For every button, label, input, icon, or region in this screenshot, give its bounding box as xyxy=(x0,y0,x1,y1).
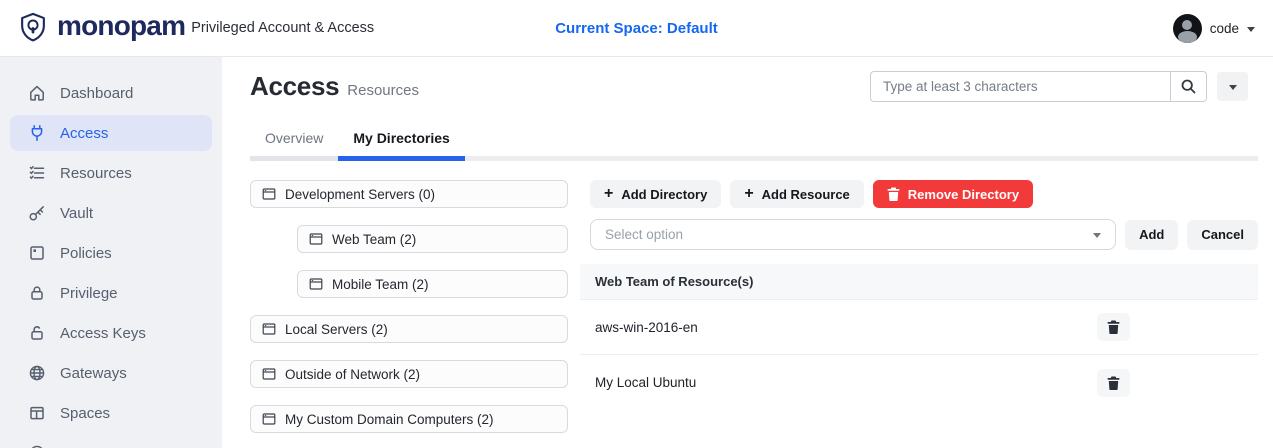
search-group xyxy=(870,71,1248,102)
directory-development-servers[interactable]: Development Servers (0) xyxy=(250,180,568,208)
table-row: aws-win-2016-en xyxy=(580,300,1258,355)
sidebar-nav: Dashboard Access Resources xyxy=(0,57,222,448)
tab-bar: Overview My Directories xyxy=(250,122,1258,161)
key-icon xyxy=(28,204,46,222)
directory-my-custom-domain-computers[interactable]: My Custom Domain Computers (2) xyxy=(250,405,568,433)
plug-icon xyxy=(28,124,46,142)
directory-label: Mobile Team (2) xyxy=(332,277,429,292)
list-icon xyxy=(28,164,46,182)
globe-icon xyxy=(28,364,46,382)
tab-track xyxy=(465,156,1258,161)
delete-resource-button[interactable] xyxy=(1097,313,1130,341)
table-row: My Local Ubuntu xyxy=(580,355,1258,410)
add-resource-button[interactable]: + Add Resource xyxy=(730,180,863,208)
sidebar-item-label: Spaces xyxy=(60,405,110,422)
brand-name: monopam xyxy=(57,12,185,44)
directory-label: Outside of Network (2) xyxy=(285,367,420,382)
sidebar-item-policies[interactable]: Policies xyxy=(10,235,212,271)
note-icon xyxy=(28,244,46,262)
sidebar-item-resources[interactable]: Resources xyxy=(10,155,212,191)
search-input[interactable] xyxy=(870,71,1170,102)
trash-icon xyxy=(1107,376,1120,390)
sidebar-item-partial[interactable] xyxy=(10,435,212,448)
sidebar-item-label: Dashboard xyxy=(60,85,133,102)
directory-label: Development Servers (0) xyxy=(285,187,435,202)
add-button[interactable]: Add xyxy=(1125,220,1178,250)
brand-tagline: Privileged Account & Access xyxy=(191,20,374,36)
directory-icon xyxy=(262,367,276,381)
trash-icon xyxy=(1107,320,1120,334)
add-directory-label: Add Directory xyxy=(621,187,707,202)
page-title: Access xyxy=(250,71,339,102)
directory-label: My Custom Domain Computers (2) xyxy=(285,412,494,427)
user-menu[interactable]: code xyxy=(1173,14,1255,43)
sidebar-item-label: Privilege xyxy=(60,285,118,302)
sidebar-item-gateways[interactable]: Gateways xyxy=(10,355,212,391)
chevron-down-icon xyxy=(1093,233,1101,238)
delete-resource-button[interactable] xyxy=(1097,369,1130,397)
trash-icon xyxy=(887,187,900,201)
brand-logo[interactable]: monopam xyxy=(18,12,185,45)
chevron-down-icon xyxy=(1247,27,1255,32)
plus-icon: + xyxy=(744,185,753,203)
avatar xyxy=(1173,14,1202,43)
sidebar-item-privilege[interactable]: Privilege xyxy=(10,275,212,311)
directory-icon xyxy=(262,412,276,426)
shield-keyhole-icon xyxy=(18,12,48,45)
home-icon xyxy=(28,84,46,102)
resource-name: My Local Ubuntu xyxy=(595,375,696,390)
directory-icon xyxy=(309,277,323,291)
directory-icon xyxy=(262,322,276,336)
search-icon xyxy=(1180,78,1197,95)
directory-icon xyxy=(309,232,323,246)
sidebar-item-label: Policies xyxy=(60,245,112,262)
directory-icon xyxy=(262,187,276,201)
sidebar-item-label: Access xyxy=(60,125,108,142)
add-directory-button[interactable]: + Add Directory xyxy=(590,180,721,208)
tab-my-directories[interactable]: My Directories xyxy=(338,122,464,161)
sidebar-item-label: Vault xyxy=(60,205,93,222)
resources-table: Web Team of Resource(s) aws-win-2016-en xyxy=(580,264,1258,410)
directory-label: Local Servers (2) xyxy=(285,322,388,337)
table-header: Web Team of Resource(s) xyxy=(580,264,1258,300)
sidebar-item-label: Resources xyxy=(60,165,132,182)
select-placeholder: Select option xyxy=(605,227,683,242)
chevron-down-icon xyxy=(1229,85,1237,90)
unlock-icon xyxy=(28,324,46,342)
circle-icon xyxy=(28,444,46,448)
resource-name: aws-win-2016-en xyxy=(595,320,698,335)
sidebar-item-label: Access Keys xyxy=(60,325,146,342)
remove-directory-label: Remove Directory xyxy=(908,187,1019,202)
remove-directory-button[interactable]: Remove Directory xyxy=(873,180,1033,208)
search-button[interactable] xyxy=(1170,71,1207,102)
sidebar-item-access[interactable]: Access xyxy=(10,115,212,151)
directory-local-servers[interactable]: Local Servers (2) xyxy=(250,315,568,343)
directory-outside-of-network[interactable]: Outside of Network (2) xyxy=(250,360,568,388)
directory-mobile-team[interactable]: Mobile Team (2) xyxy=(297,270,568,298)
layout-icon xyxy=(28,404,46,422)
search-options-button[interactable] xyxy=(1217,72,1248,101)
resource-select[interactable]: Select option xyxy=(590,219,1116,250)
tab-overview[interactable]: Overview xyxy=(250,122,338,161)
page-subtitle: Resources xyxy=(347,82,419,102)
sidebar-item-dashboard[interactable]: Dashboard xyxy=(10,75,212,111)
sidebar-item-access-keys[interactable]: Access Keys xyxy=(10,315,212,351)
plus-icon: + xyxy=(604,185,613,203)
username-label: code xyxy=(1210,21,1239,36)
lock-icon xyxy=(28,284,46,302)
directory-panel: + Add Directory + Add Resource xyxy=(580,180,1258,448)
cancel-button[interactable]: Cancel xyxy=(1187,220,1258,250)
sidebar-item-spaces[interactable]: Spaces xyxy=(10,395,212,431)
directory-web-team[interactable]: Web Team (2) xyxy=(297,225,568,253)
sidebar-item-label: Gateways xyxy=(60,365,127,382)
sidebar-item-vault[interactable]: Vault xyxy=(10,195,212,231)
main-content: Access Resources Overview My Directories xyxy=(222,57,1273,448)
directory-label: Web Team (2) xyxy=(332,232,416,247)
top-header: monopam Privileged Account & Access Curr… xyxy=(0,0,1273,57)
add-resource-label: Add Resource xyxy=(762,187,850,202)
directory-tree: Development Servers (0) Web Team (2) Mob… xyxy=(250,180,568,448)
